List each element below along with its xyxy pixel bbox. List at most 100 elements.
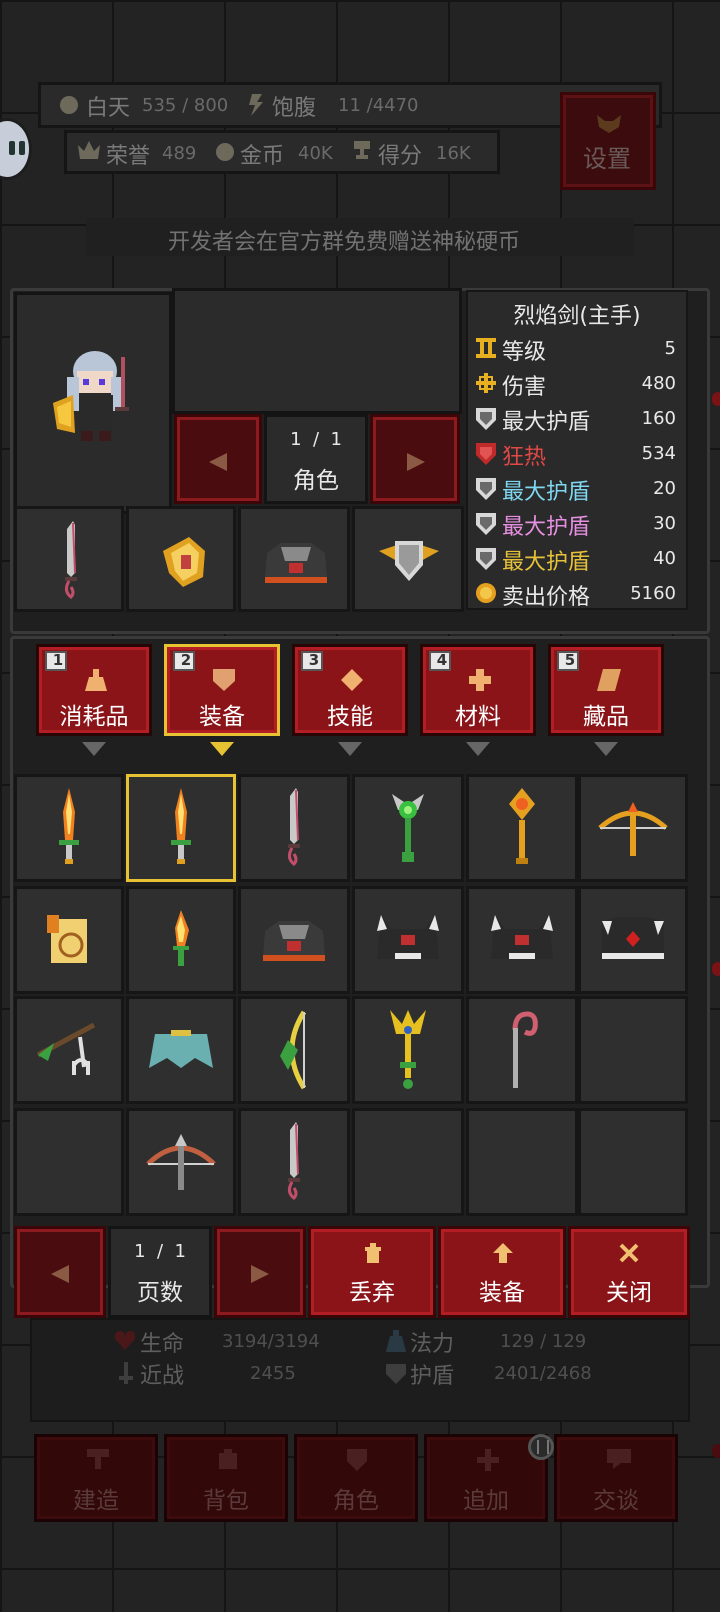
inventory-slot[interactable] bbox=[352, 774, 464, 882]
stat-label: 伤害 bbox=[502, 375, 547, 400]
inventory-slot[interactable] bbox=[238, 774, 350, 882]
inventory-slot[interactable] bbox=[238, 1108, 350, 1216]
armor-icon bbox=[213, 669, 235, 691]
golden-shield-icon bbox=[159, 533, 209, 589]
inventory-slot[interactable] bbox=[352, 996, 464, 1104]
food-label: 饱腹 bbox=[272, 96, 317, 121]
inventory-slot[interactable] bbox=[238, 996, 350, 1104]
inventory-slot[interactable] bbox=[126, 1108, 236, 1216]
horned-armor-icon bbox=[469, 889, 575, 991]
character-page-number: 1 / 1 bbox=[290, 429, 342, 450]
inventory-slot-empty[interactable] bbox=[578, 996, 688, 1104]
tab-indicator bbox=[338, 742, 362, 756]
melee-value: 2455 bbox=[250, 1363, 296, 1384]
discard-button[interactable]: 丢弃 bbox=[308, 1226, 436, 1318]
sun-icon bbox=[60, 96, 78, 114]
menu-label: 建造 bbox=[73, 1488, 119, 1514]
inventory-slot[interactable] bbox=[578, 886, 688, 994]
inventory-slot[interactable] bbox=[126, 774, 236, 882]
heart-icon bbox=[114, 1330, 136, 1350]
backpack-icon bbox=[217, 1449, 239, 1469]
inventory-slot[interactable] bbox=[238, 886, 350, 994]
stat-value: 534 bbox=[641, 443, 676, 464]
honor-value: 489 bbox=[162, 143, 197, 164]
menu-character-button[interactable]: 角色 bbox=[294, 1434, 418, 1522]
stat-label: 等级 bbox=[502, 340, 547, 365]
character-page-box: 1 / 1 角色 bbox=[264, 414, 368, 504]
stat-row: 最大护盾 30 bbox=[474, 509, 684, 540]
arrow-left-icon bbox=[51, 1265, 71, 1283]
menu-backpack-button[interactable]: 背包 bbox=[164, 1434, 288, 1522]
developer-notice: 开发者会在官方群免费赠送神秘硬币 bbox=[168, 230, 521, 255]
shield-value: 2401/2468 bbox=[494, 1363, 592, 1384]
inventory-slot[interactable] bbox=[126, 996, 236, 1104]
character-next-button[interactable] bbox=[370, 414, 460, 504]
inventory-slot-empty[interactable] bbox=[14, 1108, 124, 1216]
stat-value: 5 bbox=[664, 338, 676, 359]
character-prev-button[interactable] bbox=[174, 414, 262, 504]
inventory-slot[interactable] bbox=[126, 886, 236, 994]
close-icon bbox=[619, 1243, 639, 1263]
level-icon bbox=[476, 338, 496, 358]
inventory-slot[interactable] bbox=[352, 886, 464, 994]
settings-label: 设置 bbox=[583, 145, 631, 173]
tab-consumables[interactable]: 1 消耗品 bbox=[36, 644, 152, 736]
menu-build-button[interactable]: 建造 bbox=[34, 1434, 158, 1522]
edge-marker bbox=[712, 962, 720, 976]
damage-icon bbox=[476, 373, 496, 393]
hp-value: 3194/3194 bbox=[222, 1331, 320, 1352]
melee-icon bbox=[116, 1362, 136, 1384]
crossbow-icon bbox=[129, 1111, 233, 1213]
inventory-slot-empty[interactable] bbox=[352, 1108, 464, 1216]
inventory-prev-button[interactable] bbox=[14, 1226, 106, 1318]
tab-label: 装备 bbox=[199, 704, 245, 730]
shield-icon bbox=[476, 513, 496, 535]
tab-collectibles[interactable]: 5 藏品 bbox=[548, 644, 664, 736]
inventory-slot[interactable] bbox=[466, 886, 578, 994]
cloak-icon bbox=[129, 999, 233, 1101]
arrow-up-icon bbox=[493, 1243, 513, 1263]
inventory-page-box: 1 / 1 页数 bbox=[108, 1226, 212, 1318]
equip-slot-main-hand[interactable] bbox=[14, 506, 124, 612]
arrow-right-icon bbox=[251, 1265, 271, 1283]
inventory-slot[interactable] bbox=[14, 774, 124, 882]
tab-label: 技能 bbox=[327, 704, 373, 730]
tab-number: 2 bbox=[180, 651, 192, 669]
equip-slot-accessory[interactable] bbox=[352, 506, 464, 612]
menu-talk-button[interactable]: 交谈 bbox=[554, 1434, 678, 1522]
inventory-slot[interactable] bbox=[14, 886, 124, 994]
gold-label: 金币 bbox=[240, 144, 285, 169]
shield-stat-icon bbox=[386, 1362, 406, 1384]
inventory-slot-empty[interactable] bbox=[466, 1108, 578, 1216]
inventory-slot[interactable] bbox=[466, 996, 578, 1104]
inventory-next-button[interactable] bbox=[214, 1226, 306, 1318]
stat-value: 30 bbox=[653, 513, 676, 534]
stat-value: 20 bbox=[653, 478, 676, 499]
settings-button[interactable]: 设置 bbox=[560, 92, 656, 190]
inventory-slot-empty[interactable] bbox=[578, 1108, 688, 1216]
equip-button[interactable]: 装备 bbox=[438, 1226, 566, 1318]
flame-sword-icon bbox=[129, 777, 233, 879]
close-button[interactable]: 关闭 bbox=[568, 1226, 690, 1318]
tab-equipment[interactable]: 2 装备 bbox=[164, 644, 280, 736]
character-page-label: 角色 bbox=[293, 468, 339, 494]
inventory-slot[interactable] bbox=[578, 774, 688, 882]
dark-armor-icon bbox=[261, 539, 331, 585]
spellbook-icon bbox=[17, 889, 121, 991]
tab-skills[interactable]: 3 技能 bbox=[292, 644, 408, 736]
shield-icon bbox=[476, 408, 496, 430]
nature-bow-icon bbox=[241, 999, 347, 1101]
equip-slot-off-hand[interactable] bbox=[126, 506, 236, 612]
gear-icon bbox=[597, 115, 621, 133]
food-value: 11 /4470 bbox=[338, 95, 419, 116]
inventory-slot[interactable] bbox=[14, 996, 124, 1104]
tab-materials[interactable]: 4 材料 bbox=[420, 644, 536, 736]
dark-armor-icon bbox=[241, 889, 347, 991]
arrow-right-icon bbox=[407, 453, 427, 471]
winged-shield-icon bbox=[379, 537, 439, 585]
equip-slot-armor[interactable] bbox=[238, 506, 350, 612]
coin-icon bbox=[476, 583, 496, 603]
discard-label: 丢弃 bbox=[349, 1280, 395, 1306]
stat-value: 480 bbox=[641, 373, 676, 394]
inventory-slot[interactable] bbox=[466, 774, 578, 882]
